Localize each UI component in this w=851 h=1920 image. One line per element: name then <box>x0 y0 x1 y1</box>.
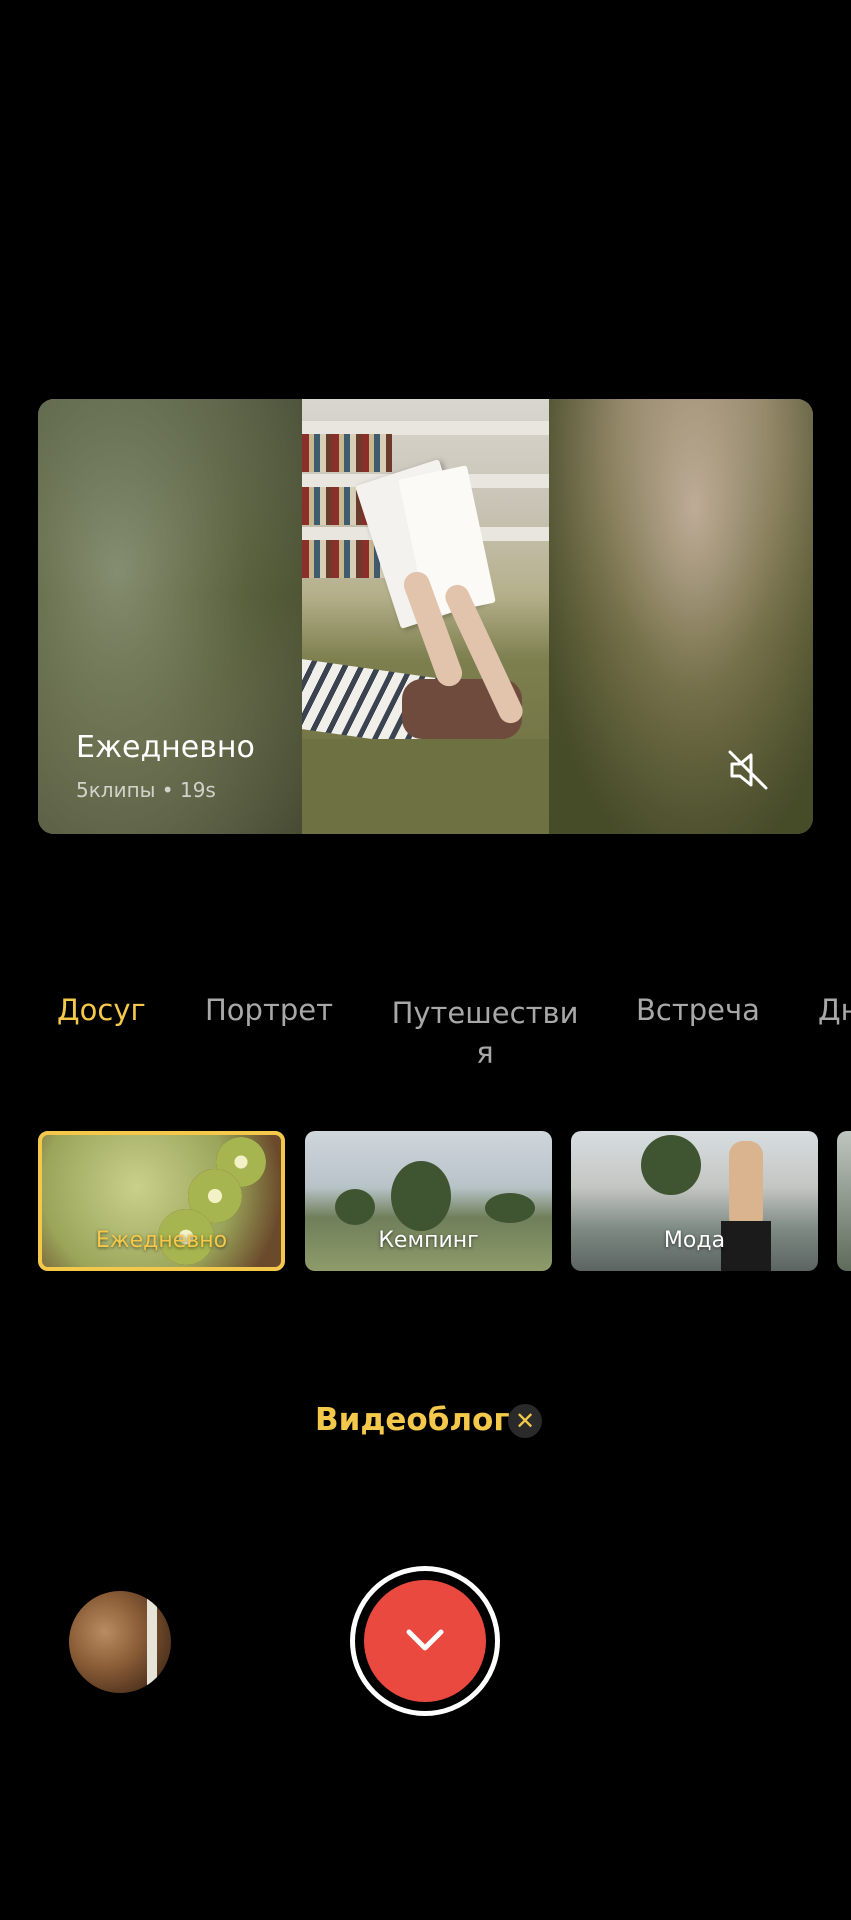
preview-video-frame <box>302 399 549 834</box>
close-icon[interactable]: ✕ <box>508 1404 542 1438</box>
gallery-thumbnail[interactable] <box>69 1591 171 1693</box>
tab-portrait[interactable]: Портрет <box>205 993 333 1027</box>
template-label: Кемпинг <box>378 1228 479 1253</box>
template-label: Мода <box>663 1228 726 1253</box>
tab-partial[interactable]: Дн <box>818 993 851 1027</box>
template-fashion[interactable]: Мода <box>571 1131 818 1271</box>
speaker-muted-icon[interactable] <box>724 746 772 794</box>
template-daily[interactable]: Ежедневно <box>38 1131 285 1271</box>
preview-blur-left <box>38 399 302 834</box>
tab-travel[interactable]: Путешестви я <box>390 993 580 1073</box>
shutter-inner <box>364 1580 486 1702</box>
mode-label: Видеоблог <box>315 1402 510 1438</box>
chevron-down-icon <box>406 1629 444 1651</box>
tab-travel-label-line2: я <box>476 1036 494 1070</box>
template-label: Ежедневно <box>95 1228 228 1253</box>
template-partial[interactable] <box>837 1131 851 1271</box>
preview-subtitle: 5клипы • 19s <box>76 778 216 802</box>
template-preview[interactable]: Ежедневно 5клипы • 19s <box>38 399 813 834</box>
preview-blur-right <box>549 399 813 834</box>
preview-title: Ежедневно <box>76 730 255 765</box>
shutter-button[interactable] <box>350 1566 500 1716</box>
tab-leisure[interactable]: Досуг <box>57 993 146 1027</box>
template-camping[interactable]: Кемпинг <box>305 1131 552 1271</box>
tab-travel-label-line1: Путешестви <box>391 996 579 1030</box>
tab-meeting[interactable]: Встреча <box>636 993 760 1027</box>
